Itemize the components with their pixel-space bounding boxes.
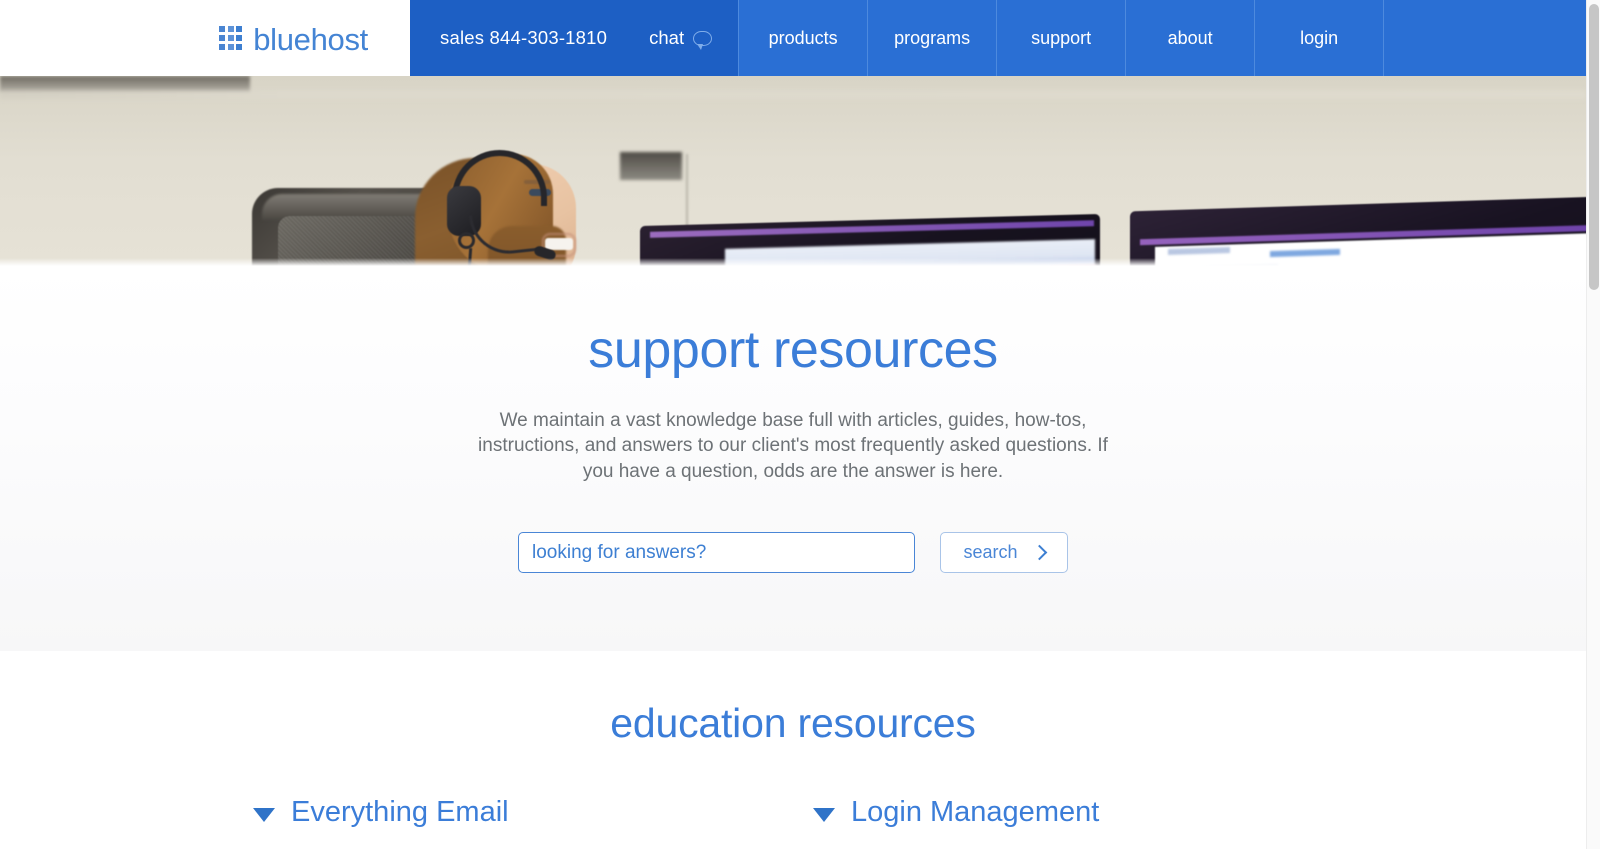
search-input[interactable] xyxy=(518,532,915,574)
nav-filler xyxy=(1384,0,1586,76)
hero-image xyxy=(0,76,1586,266)
chat-label: chat xyxy=(649,27,685,48)
logo-wordmark: bluehost xyxy=(253,21,368,57)
support-resources-section: support resources We maintain a vast kno… xyxy=(0,266,1586,651)
search-button[interactable]: search xyxy=(940,532,1068,574)
page-subtitle: We maintain a vast knowledge base full w… xyxy=(478,410,1108,482)
education-resources-section: education resources Everything Email Log… xyxy=(0,651,1586,827)
triangle-down-icon xyxy=(253,807,275,822)
accordion-label: Login Management xyxy=(851,796,1100,828)
chevron-right-icon xyxy=(1031,545,1047,561)
accordion-label: Everything Email xyxy=(291,796,509,828)
vertical-scrollbar-thumb[interactable] xyxy=(1589,4,1599,290)
search-button-label: search xyxy=(963,542,1018,563)
search-row: search xyxy=(0,532,1586,574)
page-content: bluehost sales 844-303-1810 chat product… xyxy=(0,0,1586,849)
logo-area[interactable]: bluehost xyxy=(0,0,410,76)
triangle-down-icon xyxy=(813,807,835,822)
education-accordion-columns: Everything Email Login Management xyxy=(0,798,1586,827)
nav-item-login[interactable]: login xyxy=(1255,0,1385,76)
hero-bottom-fade xyxy=(0,258,1586,266)
education-column-left: Everything Email xyxy=(213,798,793,827)
nav-sales-block: sales 844-303-1810 chat xyxy=(410,0,740,76)
chat-link[interactable]: chat xyxy=(649,27,713,50)
browser-viewport: bluehost sales 844-303-1810 chat product… xyxy=(0,0,1600,849)
accordion-login-management[interactable]: Login Management xyxy=(813,798,1099,827)
accordion-everything-email[interactable]: Everything Email xyxy=(253,798,509,827)
top-navigation-bar: bluehost sales 844-303-1810 chat product… xyxy=(0,0,1586,76)
nav-item-about[interactable]: about xyxy=(1126,0,1256,76)
nav-menu: products programs support about login xyxy=(739,0,1586,76)
sales-phone-link[interactable]: sales 844-303-1810 xyxy=(440,27,607,49)
nav-item-support[interactable]: support xyxy=(997,0,1127,76)
hero-desk-ledge xyxy=(620,152,682,180)
grid-squares-icon xyxy=(219,26,243,50)
bluehost-logo[interactable]: bluehost xyxy=(219,21,368,57)
education-title: education resources xyxy=(610,700,976,746)
speech-bubble-icon xyxy=(693,30,713,50)
page-title: support resources xyxy=(588,321,998,379)
nav-item-products[interactable]: products xyxy=(739,0,869,76)
hero-wall-shadow-secondary xyxy=(0,90,1586,99)
headset-ring xyxy=(458,232,475,249)
vertical-scrollbar-track[interactable] xyxy=(1586,0,1600,849)
education-column-right: Login Management xyxy=(793,798,1373,827)
nav-item-programs[interactable]: programs xyxy=(868,0,998,76)
